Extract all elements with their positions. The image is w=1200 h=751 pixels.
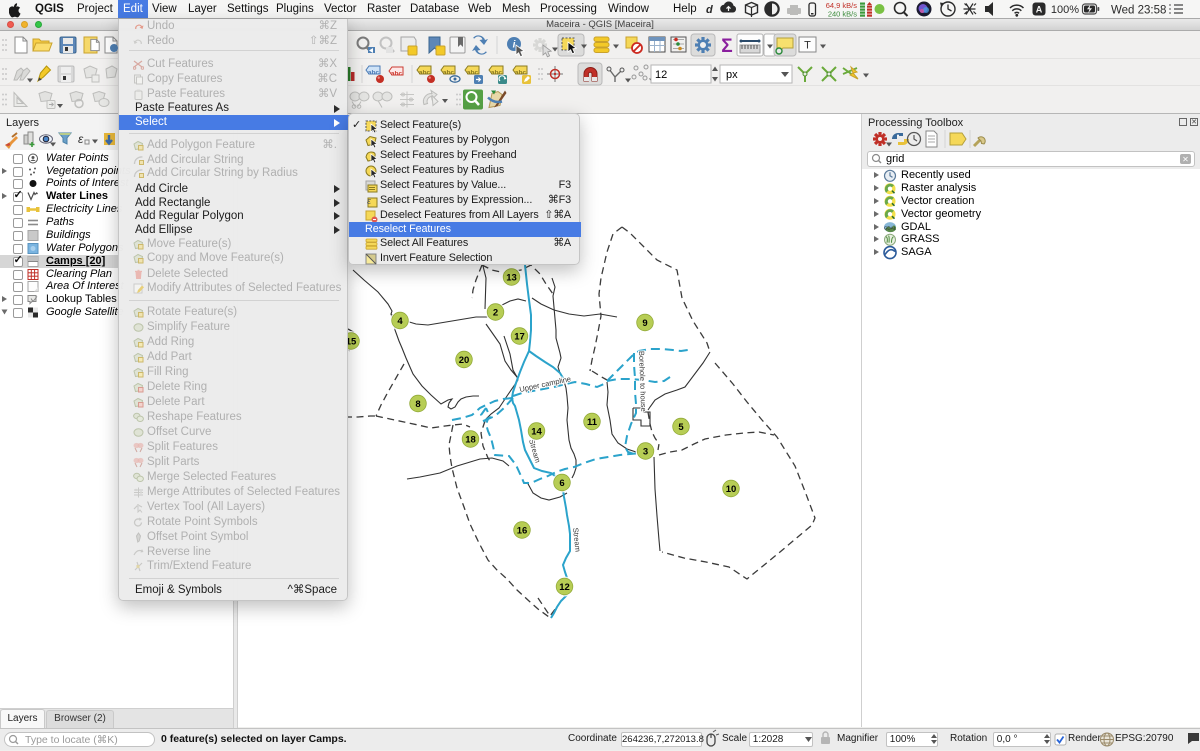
svg-text:12: 12: [559, 582, 570, 593]
svg-text:100%: 100%: [1051, 4, 1079, 16]
svg-text:18: 18: [465, 434, 476, 445]
svg-text:✕: ✕: [1182, 155, 1189, 164]
svg-text:Borehole to house: Borehole to house: [637, 351, 648, 412]
svg-text:i: i: [513, 40, 516, 51]
svg-text:abc: abc: [391, 71, 403, 78]
svg-text:16: 16: [517, 525, 528, 536]
svg-text:d: d: [706, 4, 713, 16]
svg-text:A: A: [1036, 5, 1043, 15]
svg-text:13: 13: [506, 272, 517, 283]
svg-text:ε: ε: [78, 132, 84, 146]
svg-text:8: 8: [415, 399, 420, 410]
svg-text:6: 6: [559, 478, 564, 489]
svg-text:17: 17: [514, 331, 525, 342]
svg-text:5: 5: [678, 422, 684, 433]
svg-text:11: 11: [587, 417, 598, 428]
svg-text:20: 20: [459, 355, 470, 366]
svg-text:T: T: [804, 40, 811, 52]
svg-text:14: 14: [531, 426, 542, 437]
svg-text:abc: abc: [419, 70, 431, 77]
svg-text:240 kB/s: 240 kB/s: [828, 10, 857, 19]
svg-text:abc: abc: [368, 70, 380, 77]
svg-text:2: 2: [493, 307, 498, 318]
svg-text:9: 9: [642, 318, 647, 329]
svg-text:3: 3: [643, 446, 648, 457]
svg-text:Stream: Stream: [571, 527, 582, 552]
svg-text:Upper campline: Upper campline: [519, 374, 572, 394]
svg-text:10: 10: [726, 484, 737, 495]
svg-text:4: 4: [397, 316, 403, 327]
svg-text:Σ: Σ: [721, 36, 732, 57]
svg-text:Wed 23:58: Wed 23:58: [1111, 5, 1166, 17]
svg-text:12: 12: [655, 69, 667, 81]
svg-text:px: px: [726, 69, 738, 81]
